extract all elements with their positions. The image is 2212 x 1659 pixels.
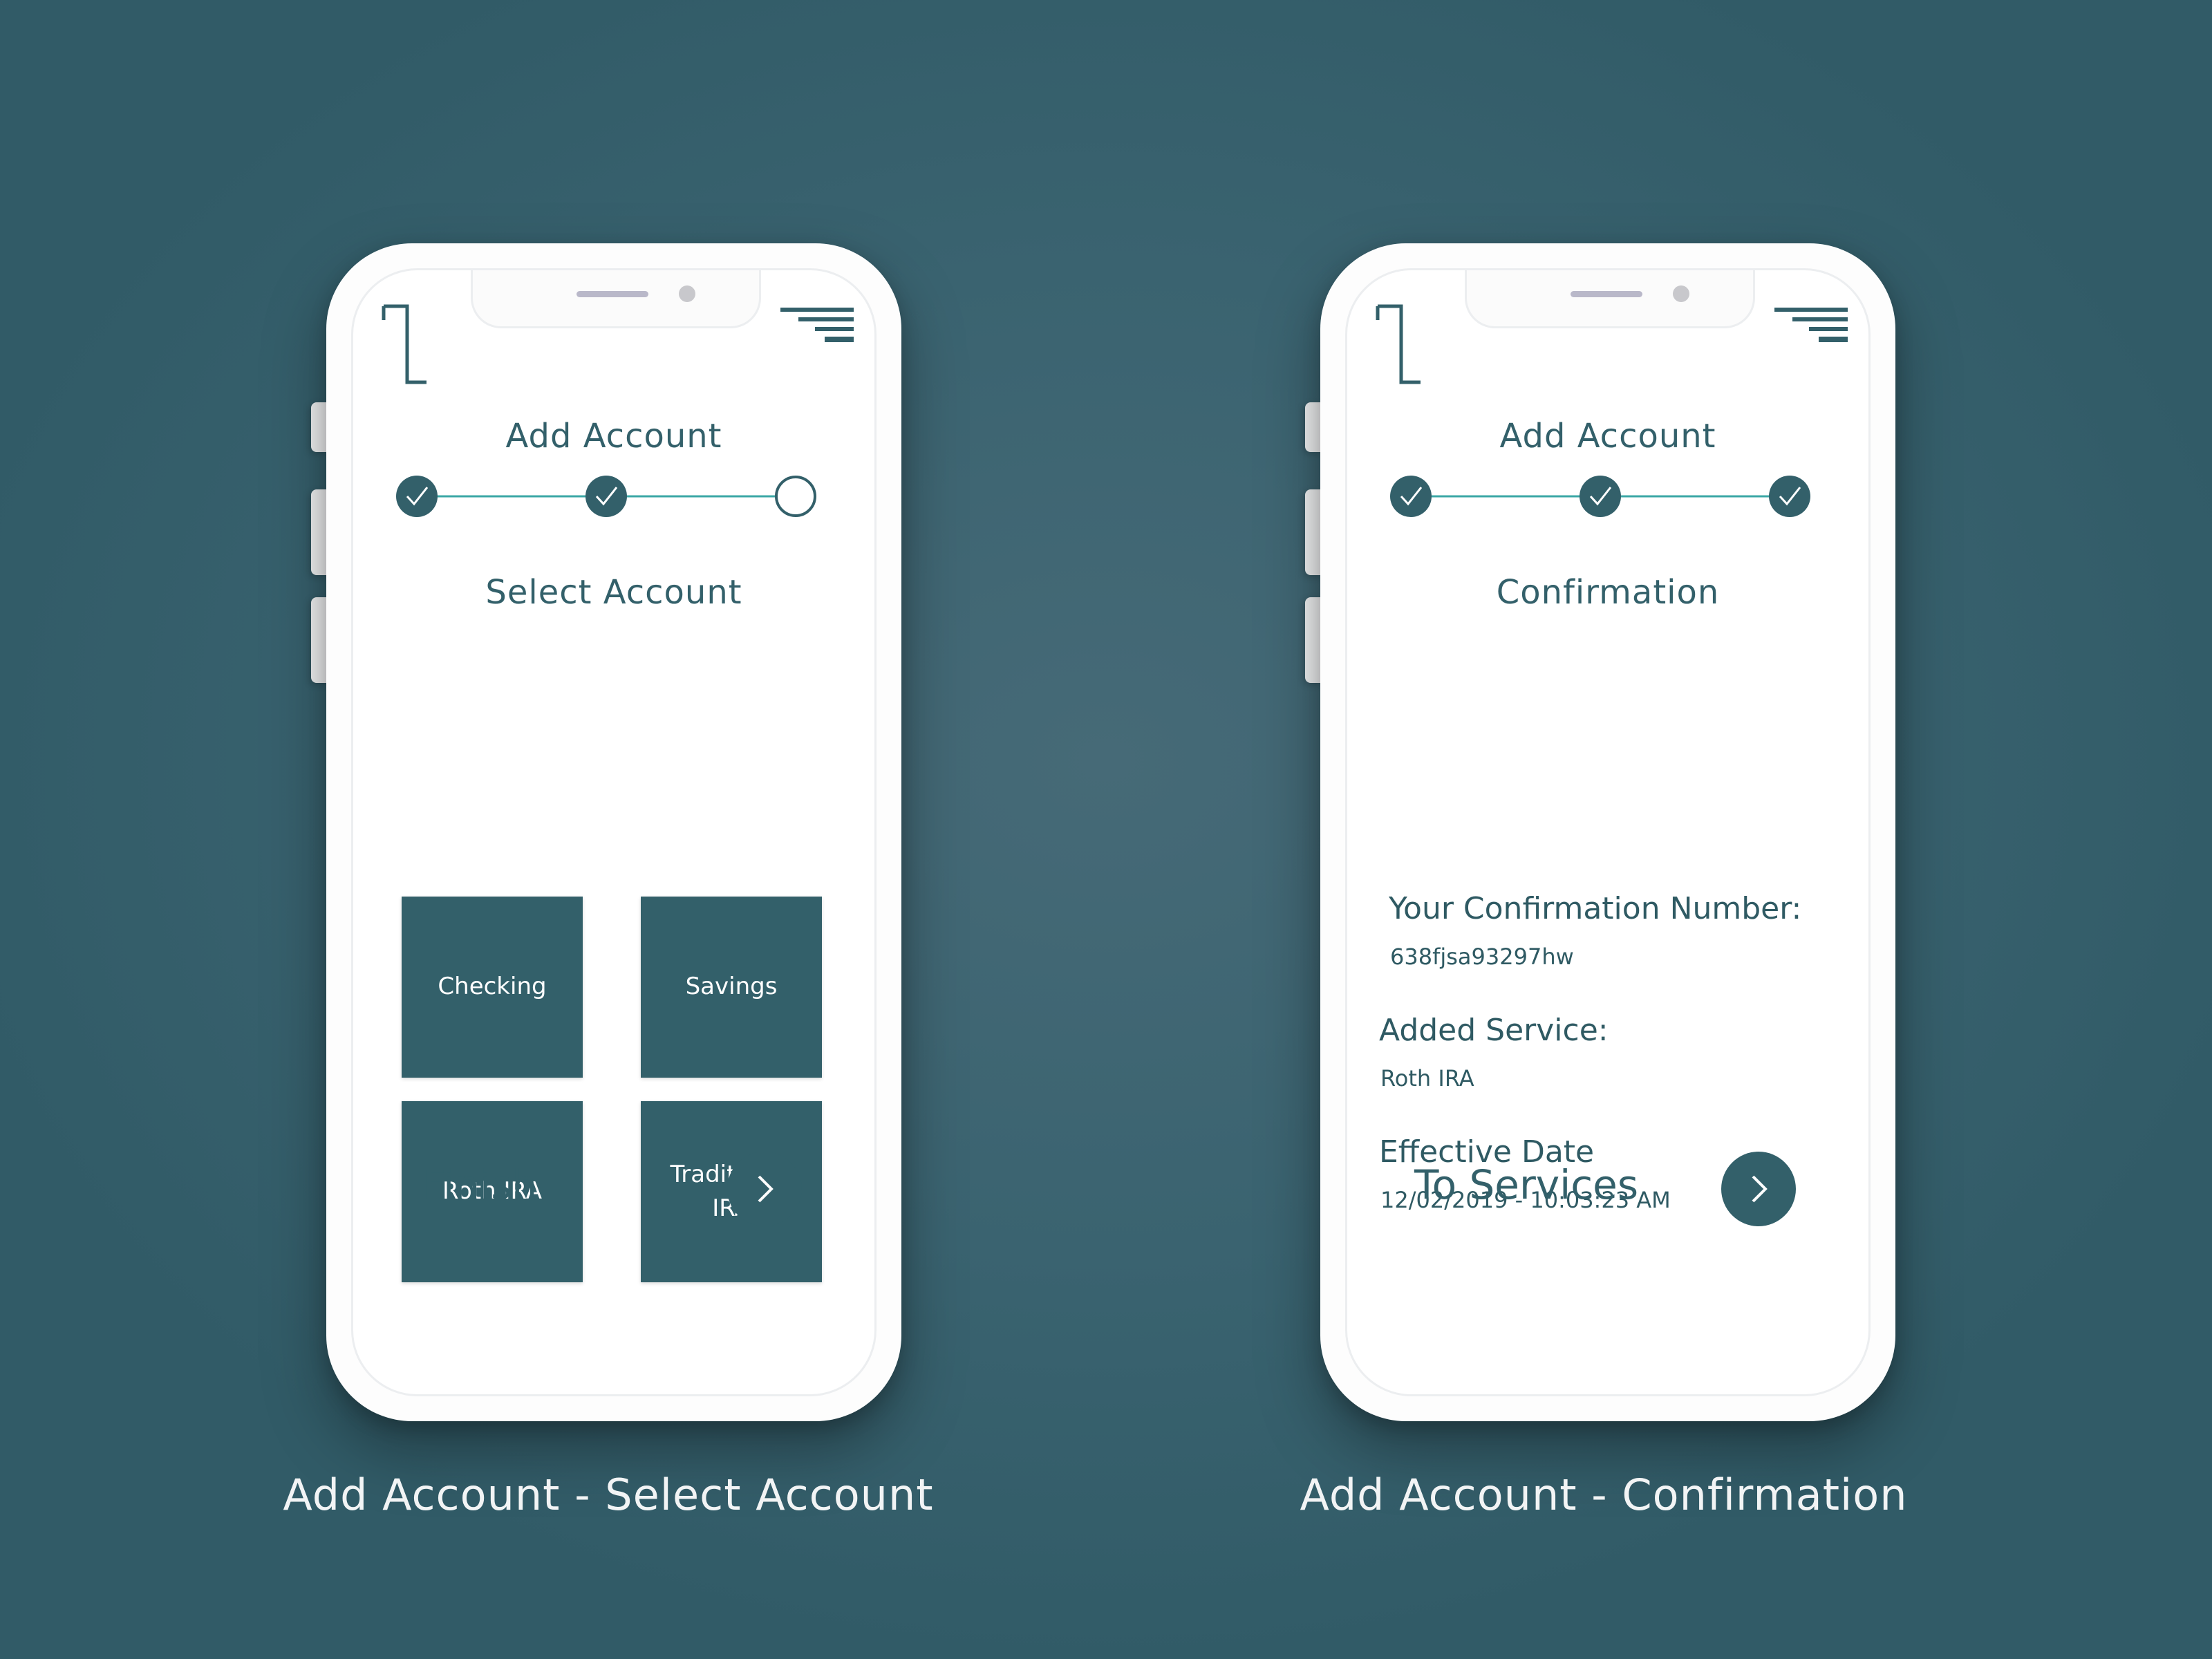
phone-notch [1465,270,1755,328]
chevron-right-icon [1752,1175,1768,1203]
hamburger-menu-icon[interactable] [780,306,854,348]
account-tile-savings[interactable]: Savings [641,897,822,1078]
page-title: Add Account [505,417,722,456]
phone-confirmation: Add Account Confirmation Your Confirmati… [1305,243,1895,1421]
step-3-complete-icon [1769,476,1810,517]
confirmation-number-value: 638fjsa93297hw [1390,944,1574,970]
front-camera [679,285,695,302]
section-title: Select Account [485,573,742,612]
speaker-grille [577,291,648,297]
bracket-logo-icon[interactable] [1375,303,1423,385]
speaker-grille [1571,291,1642,297]
section-title: Confirmation [1496,573,1720,612]
added-service-value: Roth IRA [1380,1065,1474,1091]
progress-stepper [1390,476,1810,517]
added-service-label: Added Service: [1379,1013,1609,1048]
tile-label: Savings [685,973,778,1001]
step-1-complete-icon [396,476,438,517]
finish-button[interactable] [727,1152,802,1226]
step-2-complete-icon [585,476,627,517]
progress-stepper [396,476,816,517]
step-3-incomplete-icon [775,476,816,517]
phone-notch [471,270,761,328]
caption-select-account: Add Account - Select Account [283,1470,934,1520]
chevron-right-icon [758,1175,774,1203]
phone-select-account: Add Account Select Account Checking Savi… [311,243,901,1421]
screen-select-account: Add Account Select Account Checking Savi… [351,268,877,1396]
caption-confirmation: Add Account - Confirmation [1300,1470,1908,1520]
to-services-label[interactable]: To Services [1414,1161,1638,1208]
hamburger-menu-icon[interactable] [1774,306,1848,348]
account-tile-checking[interactable]: Checking [402,897,583,1078]
confirmation-number-label: Your Confirmation Number: [1389,891,1802,926]
front-camera [1673,285,1689,302]
step-2-complete-icon [1580,476,1621,517]
finish-label[interactable]: Finish [423,1161,537,1208]
step-1-complete-icon [1390,476,1432,517]
tile-label: Checking [438,973,547,1001]
to-services-button[interactable] [1721,1152,1796,1226]
page-title: Add Account [1499,417,1716,456]
screen-confirmation: Add Account Confirmation Your Confirmati… [1345,268,1871,1396]
bracket-logo-icon[interactable] [381,303,429,385]
